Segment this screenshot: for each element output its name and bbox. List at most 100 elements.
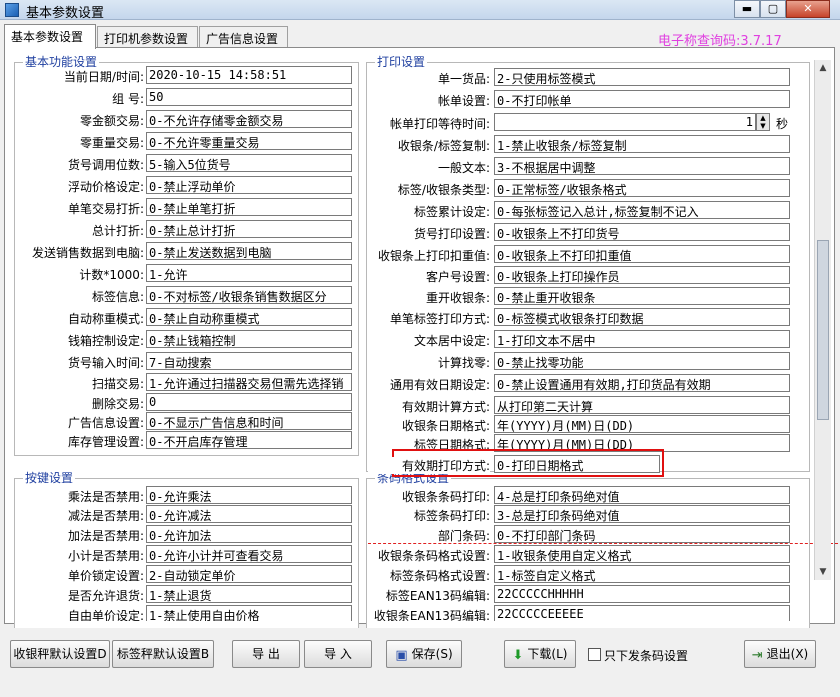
label-type-select[interactable]: 0-正常标签/收银条格式 xyxy=(494,179,790,197)
return-select[interactable]: 1-禁止退货 xyxy=(146,585,352,603)
field-label: 收银条/标签复制: xyxy=(397,139,490,153)
exit-button[interactable]: ⇥ 退出(X) xyxy=(744,640,816,668)
receipt-barcode-format-select[interactable]: 1-收银条使用自定义格式 xyxy=(494,545,790,563)
title-bar: 基本参数设置 ▬ ▢ ✕ xyxy=(0,0,840,21)
ad-info-select[interactable]: 0-不显示广告信息和时间 xyxy=(146,412,352,430)
delete-trade-select[interactable]: 0 xyxy=(146,393,352,411)
exit-door-icon: ⇥ xyxy=(751,648,763,663)
group-basic-title: 基本功能设置 xyxy=(23,55,100,69)
field-label: 浮动价格设定: xyxy=(67,180,144,194)
item-digits-select[interactable]: 5-输入5位货号 xyxy=(146,154,352,172)
free-price-select[interactable]: 1-禁止使用自由价格 xyxy=(146,605,352,621)
receipt-barcode-select[interactable]: 4-总是打印条码绝对值 xyxy=(494,486,790,504)
single-item-select[interactable]: 2-只使用标签模式 xyxy=(494,68,790,86)
group-number-field[interactable]: 50 xyxy=(146,88,352,106)
datetime-field[interactable]: 2020-10-15 14:58:51 xyxy=(146,66,352,84)
single-label-print-select[interactable]: 0-标签模式收银条打印数据 xyxy=(494,308,790,326)
scroll-thumb[interactable] xyxy=(817,240,829,420)
spin-up-icon[interactable]: ▲ xyxy=(757,114,769,122)
expiry-calc-select[interactable]: 从打印第二天计算 xyxy=(494,396,790,414)
receipt-date-format-select[interactable]: 年(YYYY)月(MM)日(DD) xyxy=(494,415,790,433)
zero-weight-select[interactable]: 0-不允许零重量交易 xyxy=(146,132,352,150)
field-label: 一般文本: xyxy=(437,161,490,175)
add-select[interactable]: 0-允许加法 xyxy=(146,525,352,543)
field-label: 加法是否禁用: xyxy=(67,529,144,543)
label-barcode-select[interactable]: 3-总是打印条码绝对值 xyxy=(494,505,790,523)
cashier-default-button[interactable]: 收银秤默认设置D xyxy=(10,640,110,668)
cash-drawer-select[interactable]: 0-禁止钱箱控制 xyxy=(146,330,352,348)
count-1000-select[interactable]: 1-允许 xyxy=(146,264,352,282)
label-info-select[interactable]: 0-不对标签/收银条销售数据区分 xyxy=(146,286,352,304)
receipt-ean13-field[interactable]: 22CCCCCEEEEE xyxy=(494,605,790,621)
single-discount-select[interactable]: 0-禁止单笔打折 xyxy=(146,198,352,216)
calc-change-select[interactable]: 0-禁止找零功能 xyxy=(494,352,790,370)
field-label: 文本居中设定: xyxy=(413,334,490,348)
customer-no-select[interactable]: 0-收银条上打印操作员 xyxy=(494,266,790,284)
scroll-up-icon[interactable]: ▲ xyxy=(815,60,831,76)
save-button-label: 保存(S) xyxy=(411,647,453,661)
save-button[interactable]: ▣ 保存(S) xyxy=(386,640,462,668)
field-label: 扫描交易: xyxy=(91,377,144,391)
bill-wait-time-input[interactable]: 1 xyxy=(494,113,756,131)
item-input-time-select[interactable]: 7-自动搜索 xyxy=(146,352,352,370)
float-price-select[interactable]: 0-禁止浮动单价 xyxy=(146,176,352,194)
label-barcode-format-select[interactable]: 1-标签自定义格式 xyxy=(494,565,790,583)
receipt-copy-select[interactable]: 1-禁止收银条/标签复制 xyxy=(494,135,790,153)
tab-ad-info[interactable]: 广告信息设置 xyxy=(199,26,288,48)
wait-time-spinner[interactable]: ▲ ▼ xyxy=(756,113,770,131)
reopen-receipt-select[interactable]: 0-禁止重开收银条 xyxy=(494,287,790,305)
field-label: 客户号设置: xyxy=(425,270,490,284)
field-label: 零重量交易: xyxy=(79,136,144,150)
price-lock-select[interactable]: 2-自动锁定单价 xyxy=(146,565,352,583)
only-barcode-checkbox[interactable] xyxy=(588,648,601,661)
label-ean13-field[interactable]: 22CCCCCHHHHH xyxy=(494,585,790,603)
field-label: 减法是否禁用: xyxy=(67,509,144,523)
close-button[interactable]: ✕ xyxy=(786,0,830,18)
auto-weigh-select[interactable]: 0-禁止自动称重模式 xyxy=(146,308,352,326)
expiry-print-select[interactable]: 0-打印日期格式 xyxy=(494,455,660,473)
import-button[interactable]: 导 入 xyxy=(304,640,372,668)
field-label: 帐单设置: xyxy=(437,94,490,108)
download-button-label: 下载(L) xyxy=(527,647,568,661)
common-expiry-select[interactable]: 0-禁止设置通用有效期,打印货品有效期 xyxy=(494,374,790,392)
field-label: 发送销售数据到电脑: xyxy=(31,246,144,260)
bill-setting-select[interactable]: 0-不打印帐单 xyxy=(494,90,790,108)
tab-basic-params[interactable]: 基本参数设置 xyxy=(4,24,96,49)
subtotal-select[interactable]: 0-允许小计并可查看交易 xyxy=(146,545,352,563)
tare-print-select[interactable]: 0-收银条上不打印扣重值 xyxy=(494,245,790,263)
dept-barcode-select[interactable]: 0-不打印部门条码 xyxy=(494,525,790,543)
scroll-down-icon[interactable]: ▼ xyxy=(815,564,831,580)
field-label: 是否允许退货: xyxy=(67,589,144,603)
vertical-scrollbar[interactable]: ▲ ▼ xyxy=(814,60,831,580)
spin-down-icon[interactable]: ▼ xyxy=(757,122,769,130)
save-disk-icon: ▣ xyxy=(395,648,408,663)
send-sales-select[interactable]: 0-禁止发送数据到电脑 xyxy=(146,242,352,260)
subtract-select[interactable]: 0-允许减法 xyxy=(146,505,352,523)
item-print-select[interactable]: 0-收银条上不打印货号 xyxy=(494,223,790,241)
text-center-select[interactable]: 1-打印文本不居中 xyxy=(494,330,790,348)
label-default-button[interactable]: 标签秤默认设置B xyxy=(112,640,214,668)
field-label: 标签/收银条类型: xyxy=(397,183,490,197)
label-total-select[interactable]: 0-每张标签记入总计,标签复制不记入 xyxy=(494,201,790,219)
field-label: 计算找零: xyxy=(437,356,490,370)
field-label: 收银条上打印扣重值: xyxy=(377,249,490,263)
download-button[interactable]: ⬇ 下载(L) xyxy=(504,640,576,668)
general-text-select[interactable]: 3-不根据居中调整 xyxy=(494,157,790,175)
export-button[interactable]: 导 出 xyxy=(232,640,300,668)
zero-amount-select[interactable]: 0-不允许存储零金额交易 xyxy=(146,110,352,128)
field-label: 收银条EAN13码编辑: xyxy=(373,609,490,621)
field-label: 自由单价设定: xyxy=(67,609,144,621)
field-label: 删除交易: xyxy=(91,397,144,411)
field-label: 单一货品: xyxy=(437,72,490,86)
inventory-select[interactable]: 0-不开启库存管理 xyxy=(146,431,352,449)
multiply-select[interactable]: 0-允许乘法 xyxy=(146,486,352,504)
maximize-button[interactable]: ▢ xyxy=(760,0,786,18)
scan-trade-select[interactable]: 1-允许通过扫描器交易但需先选择销 xyxy=(146,373,352,391)
tab-printer-params[interactable]: 打印机参数设置 xyxy=(97,26,198,48)
minimize-button[interactable]: ▬ xyxy=(734,0,760,18)
field-label: 标签条码打印: xyxy=(413,509,490,523)
window-title: 基本参数设置 xyxy=(26,6,105,21)
field-label: 零金额交易: xyxy=(79,114,144,128)
total-discount-select[interactable]: 0-禁止总计打折 xyxy=(146,220,352,238)
field-label: 乘法是否禁用: xyxy=(67,490,144,504)
